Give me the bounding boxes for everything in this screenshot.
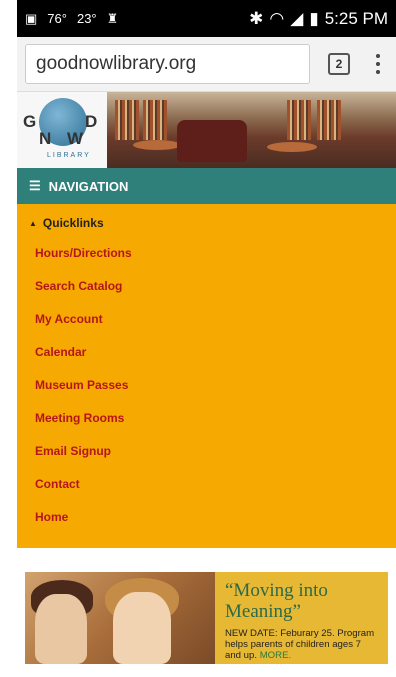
temp-1: 76° — [47, 11, 67, 26]
wifi-icon: ◠ — [269, 8, 285, 28]
logo-letter-d: D — [85, 112, 98, 131]
library-logo[interactable]: G D N W LIBRARY — [17, 92, 107, 168]
image-icon: ▣ — [25, 10, 38, 26]
logo-letter-g: G — [23, 112, 37, 131]
battery-icon: ▮ — [309, 8, 319, 28]
bluetooth-icon: ✱ — [249, 8, 264, 28]
quicklinks-label: Quicklinks — [42, 216, 104, 230]
navigation-toggle[interactable]: ☰ NAVIGATION — [17, 168, 396, 204]
promo-text: “Moving into Meaning” NEW DATE: Feburary… — [215, 572, 388, 664]
logo-letter-n: N — [39, 129, 52, 148]
page-content: “Moving into Meaning” NEW DATE: Feburary… — [17, 548, 396, 664]
promo-photo — [25, 572, 215, 664]
library-photo — [107, 92, 396, 168]
nav-item-meeting-rooms[interactable]: Meeting Rooms — [17, 401, 396, 434]
event-promo[interactable]: “Moving into Meaning” NEW DATE: Feburary… — [25, 572, 388, 664]
tab-switcher-button[interactable]: 2 — [328, 53, 350, 75]
logo-library-text: LIBRARY — [47, 152, 91, 159]
promo-title: “Moving into Meaning” — [225, 580, 328, 622]
more-link[interactable]: MORE. — [260, 650, 291, 661]
nav-item-museum-passes[interactable]: Museum Passes — [17, 368, 396, 401]
overflow-menu-button[interactable] — [368, 54, 388, 74]
nav-item-my-account[interactable]: My Account — [17, 302, 396, 335]
nav-item-email-signup[interactable]: Email Signup — [17, 434, 396, 467]
promo-desc-text: NEW DATE: Feburary 25. Program helps par… — [225, 628, 375, 661]
nav-item-hours-directions[interactable]: Hours/Directions — [17, 236, 396, 269]
browser-toolbar: goodnowlibrary.org 2 — [17, 37, 396, 92]
app-icon: ♜ — [106, 10, 119, 26]
status-bar: ▣ 76° 23° ♜ ✱ ◠ ◢ ▮ 5:25 PM — [17, 0, 396, 37]
nav-item-search-catalog[interactable]: Search Catalog — [17, 269, 396, 302]
hamburger-icon: ☰ — [29, 178, 41, 193]
nav-item-home[interactable]: Home — [17, 500, 396, 533]
navigation-label: NAVIGATION — [48, 178, 129, 194]
caret-up-icon: ▲ — [29, 218, 37, 228]
clock: 5:25 PM — [324, 8, 388, 28]
promo-description: NEW DATE: Feburary 25. Program helps par… — [225, 628, 378, 661]
logo-letter-w: W — [67, 129, 84, 148]
nav-item-contact[interactable]: Contact — [17, 467, 396, 500]
signal-icon: ◢ — [290, 8, 304, 28]
phone-screen: ▣ 76° 23° ♜ ✱ ◠ ◢ ▮ 5:25 PM goodnowlibra… — [17, 0, 396, 677]
quicklinks-toggle[interactable]: ▲ Quicklinks — [17, 210, 396, 236]
temp-2: 23° — [76, 11, 97, 26]
navigation-menu: ▲ Quicklinks Hours/Directions Search Cat… — [17, 204, 396, 548]
site-banner: G D N W LIBRARY — [17, 92, 396, 168]
url-field[interactable]: goodnowlibrary.org — [25, 44, 310, 84]
nav-item-calendar[interactable]: Calendar — [17, 335, 396, 368]
